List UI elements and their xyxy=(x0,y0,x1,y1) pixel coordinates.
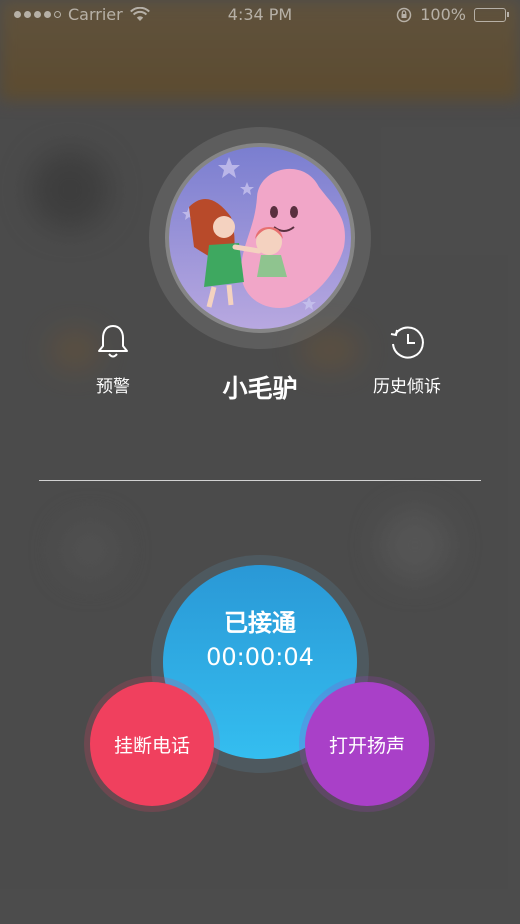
hangup-button[interactable]: 挂断电话 xyxy=(90,682,214,806)
history-label: 历史倾诉 xyxy=(373,377,441,397)
history-clock-icon xyxy=(390,326,424,359)
battery-percent: 100% xyxy=(420,5,466,24)
caller-name: 小毛驴 xyxy=(222,374,298,403)
warning-label: 预警 xyxy=(96,377,130,397)
battery-info: 100% xyxy=(396,5,509,24)
call-timer: 00:00:04 xyxy=(206,643,314,671)
caller-avatar xyxy=(169,147,351,329)
call-status-text: 已接通 xyxy=(224,609,296,637)
warning-button[interactable]: 预警 xyxy=(53,322,173,397)
battery-icon xyxy=(474,7,509,22)
rotation-lock-icon xyxy=(397,7,412,22)
avatar-illustration xyxy=(169,147,351,329)
divider xyxy=(39,480,481,481)
status-bar: Carrier 4:34 PM 100% xyxy=(0,0,520,30)
bell-icon xyxy=(98,325,128,358)
history-button[interactable]: 历史倾诉 xyxy=(347,322,467,397)
speaker-button[interactable]: 打开扬声 xyxy=(305,682,429,806)
